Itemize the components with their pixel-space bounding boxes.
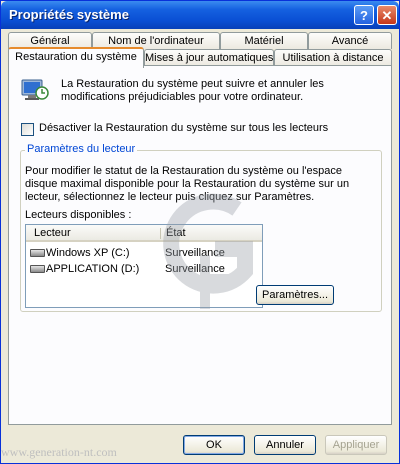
tab-system-restore[interactable]: Restauration du système xyxy=(8,47,144,68)
watermark-text: www.generation-nt.com xyxy=(1,445,117,459)
hard-drive-icon xyxy=(30,265,45,273)
ok-button[interactable]: OK xyxy=(183,435,245,455)
tab-panel-system-restore: La Restauration du système peut suivre e… xyxy=(8,65,392,425)
drive-state: Surveillance xyxy=(165,247,225,259)
drive-name: APPLICATION (D:) xyxy=(46,263,140,275)
drive-state: Surveillance xyxy=(165,263,225,275)
apply-button: Appliquer xyxy=(325,435,387,455)
settings-button[interactable]: Paramètres... xyxy=(256,285,334,305)
cancel-button[interactable]: Annuler xyxy=(254,435,316,455)
tab-hardware[interactable]: Matériel xyxy=(220,32,308,49)
drive-settings-description: Pour modifier le statut de la Restaurati… xyxy=(25,165,350,203)
system-properties-window: Propriétés système ? ✕ Général Nom de l'… xyxy=(0,0,400,464)
drive-settings-title: Paramètres du lecteur xyxy=(25,143,138,155)
column-header-state[interactable]: État xyxy=(166,227,186,239)
disable-restore-label[interactable]: Désactiver la Restauration du système su… xyxy=(39,122,328,134)
restore-description: La Restauration du système peut suivre e… xyxy=(61,78,324,103)
column-separator[interactable] xyxy=(160,228,161,239)
tab-advanced[interactable]: Avancé xyxy=(308,32,392,49)
disable-restore-checkbox[interactable] xyxy=(21,123,34,136)
available-drives-label: Lecteurs disponibles : xyxy=(25,209,132,221)
hard-drive-icon xyxy=(30,249,45,257)
drives-list-header: Lecteur État xyxy=(26,225,262,242)
tab-automatic-updates[interactable]: Mises à jour automatiques xyxy=(144,49,274,66)
tab-remote[interactable]: Utilisation à distance xyxy=(274,49,392,66)
column-header-drive[interactable]: Lecteur xyxy=(34,227,71,239)
title-bar[interactable]: Propriétés système ? ✕ xyxy=(1,1,399,29)
system-restore-icon xyxy=(21,79,49,100)
drives-list[interactable]: Lecteur État Windows XP (C:) Surveillanc… xyxy=(25,224,263,308)
close-button[interactable]: ✕ xyxy=(377,5,397,25)
window-title: Propriétés système xyxy=(9,7,129,22)
help-button[interactable]: ? xyxy=(354,5,374,25)
drive-name: Windows XP (C:) xyxy=(46,247,130,259)
drive-row[interactable]: APPLICATION (D:) Surveillance xyxy=(26,262,262,277)
drive-row[interactable]: Windows XP (C:) Surveillance xyxy=(26,246,262,261)
